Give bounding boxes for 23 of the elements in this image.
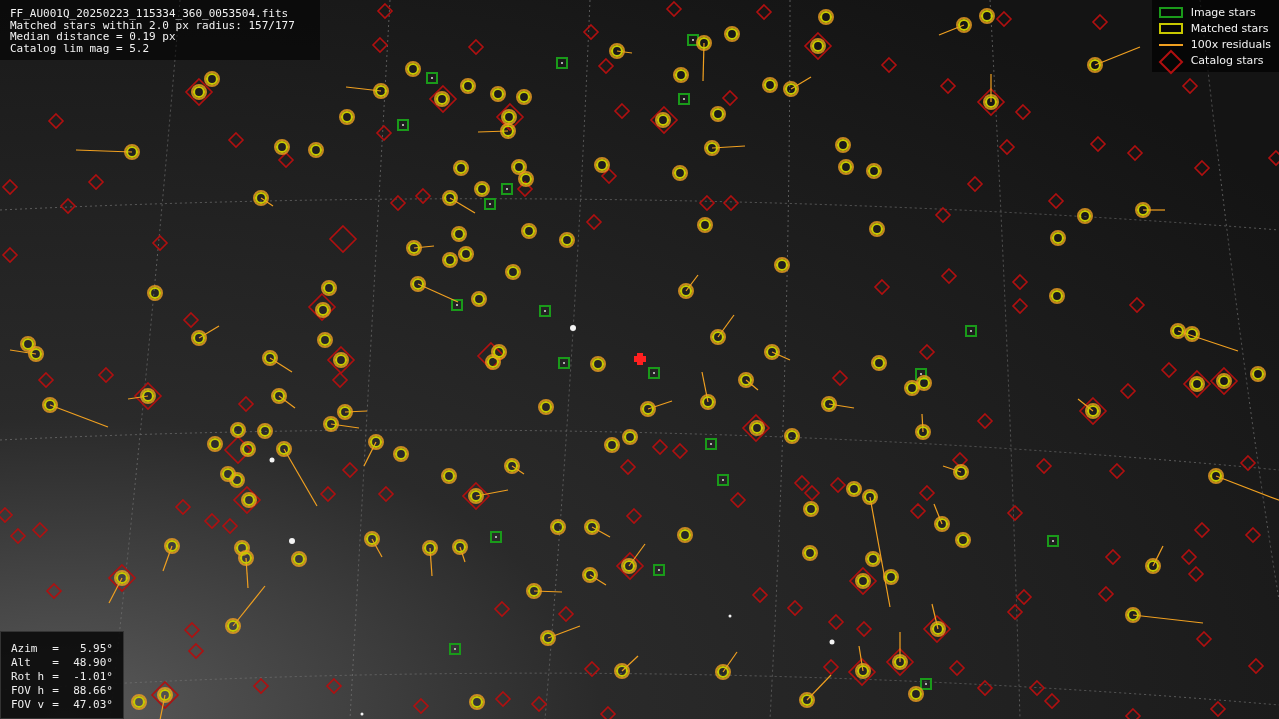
info-text: Catalog lim mag = 5.2	[10, 42, 151, 54]
info-text: Matched stars within 2.0 px radius: 157/177	[10, 19, 296, 31]
equals-sign: =	[52, 684, 59, 698]
pointing-value: 47.03°	[72, 698, 113, 712]
legend-label: Image stars	[1190, 6, 1256, 19]
pointing-value: 5.95°	[78, 642, 113, 656]
pointing-label: Azim	[11, 642, 39, 656]
equals-sign: =	[52, 670, 59, 684]
legend-label: 100x residuals	[1190, 38, 1271, 51]
pointing-label: FOV v	[11, 698, 45, 712]
info-text: FF_AU001Q_20250223_115334_360_0053504.fits	[10, 8, 290, 20]
pointing-label: Alt	[11, 656, 32, 670]
pointing-label: FOV h	[11, 684, 45, 698]
pointing-value: -1.01°	[72, 670, 113, 684]
equals-sign: =	[52, 698, 59, 712]
pointing-value: 48.90°	[72, 656, 113, 670]
info-text: Median distance = 0.19 px	[10, 31, 176, 43]
pointing-label: Rot h	[11, 670, 45, 684]
equals-sign: =	[52, 642, 59, 656]
legend-label: Matched stars	[1190, 22, 1269, 35]
equals-sign: =	[52, 656, 59, 670]
pointing-value: 88.66°	[72, 684, 113, 698]
legend-label: Catalog stars	[1190, 54, 1264, 67]
